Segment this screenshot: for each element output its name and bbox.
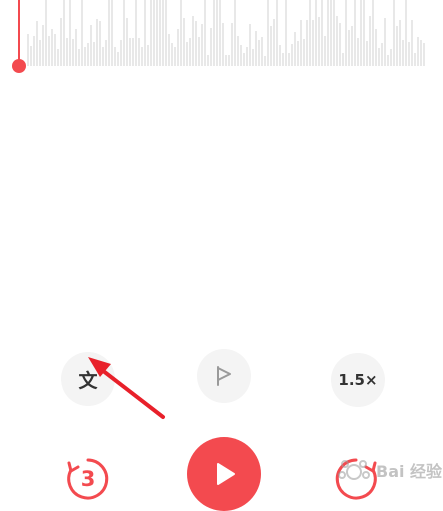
waveform[interactable] xyxy=(0,0,443,80)
watermark-text: Bai 经验 xyxy=(376,462,443,481)
skip-back-button[interactable]: 3 xyxy=(63,454,113,504)
play-icon xyxy=(217,463,235,485)
playback-speed-label: 1.5× xyxy=(338,371,378,389)
playback-speed-button[interactable]: 1.5× xyxy=(331,353,385,407)
skip-forward-button[interactable] xyxy=(331,454,381,504)
flag-icon xyxy=(217,366,231,386)
transcribe-button[interactable]: 文 xyxy=(61,352,115,406)
forward-icon xyxy=(335,458,377,500)
transcribe-label: 文 xyxy=(78,369,98,392)
mark-button[interactable] xyxy=(197,349,251,403)
waveform-bars xyxy=(27,0,425,66)
play-button[interactable] xyxy=(187,437,261,511)
playhead-handle[interactable] xyxy=(12,59,26,73)
skip-back-seconds: 3 xyxy=(80,467,96,491)
